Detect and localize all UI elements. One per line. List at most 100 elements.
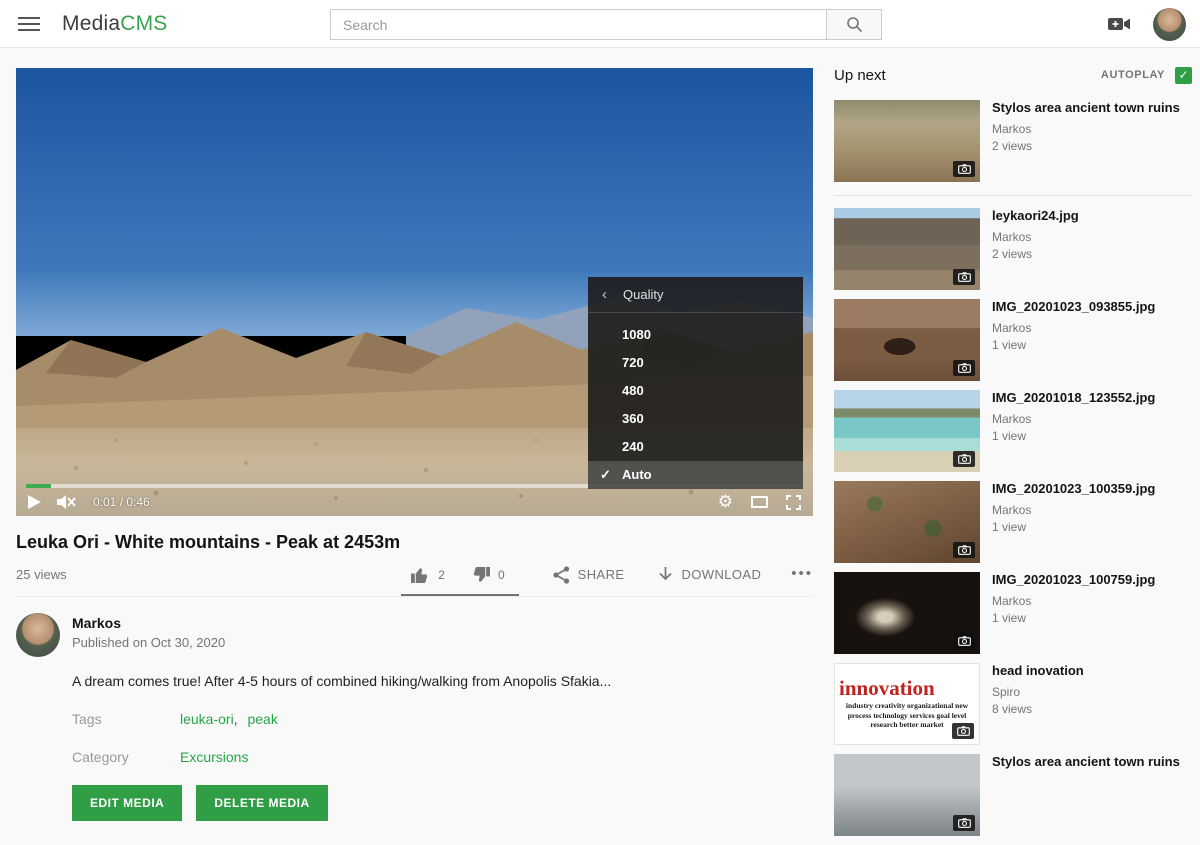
search-icon bbox=[846, 16, 863, 33]
up-next-item[interactable]: IMG_20201023_100759.jpg Markos 1 view bbox=[834, 572, 1192, 654]
camera-icon bbox=[958, 363, 971, 373]
media-views: 1 view bbox=[992, 520, 1155, 534]
action-bar: 2 0 SHARE bbox=[401, 565, 813, 596]
dislike-button[interactable]: 0 bbox=[471, 566, 505, 584]
media-info: Stylos area ancient town ruins bbox=[992, 754, 1180, 836]
media-author: Markos bbox=[992, 122, 1180, 136]
up-next-item[interactable]: leykaori24.jpg Markos 2 views bbox=[834, 208, 1192, 290]
like-button[interactable]: 2 bbox=[411, 566, 445, 584]
author-avatar[interactable] bbox=[16, 613, 60, 657]
media-title: leykaori24.jpg bbox=[992, 208, 1079, 225]
upload-video-icon bbox=[1107, 14, 1131, 34]
autoplay-control: AUTOPLAY ✓ bbox=[1101, 67, 1192, 84]
play-button[interactable] bbox=[28, 495, 41, 509]
check-icon: ✓ bbox=[600, 461, 611, 489]
wordcloud-main-word: innovation bbox=[839, 678, 975, 699]
media-author: Markos bbox=[992, 321, 1155, 335]
up-next-item[interactable]: innovationindustry creativity organizati… bbox=[834, 663, 1192, 745]
player-controls: 0:01 / 0:46 ⚙ bbox=[16, 488, 813, 516]
quality-menu: ‹ Quality 1080 720 480 360 240 ✓ Auto bbox=[588, 277, 803, 489]
media-info: IMG_20201023_100759.jpg Markos 1 view bbox=[992, 572, 1155, 654]
category-label: Category bbox=[72, 749, 180, 765]
settings-button[interactable]: ⚙ bbox=[718, 494, 733, 511]
media-title: IMG_20201023_093855.jpg bbox=[992, 299, 1155, 316]
media-views: 2 views bbox=[992, 247, 1079, 261]
camera-badge bbox=[953, 451, 975, 467]
fullscreen-icon bbox=[786, 495, 801, 510]
top-bar: MediaCMS bbox=[0, 0, 1200, 48]
meta-row: 25 views 2 0 bbox=[16, 565, 813, 597]
media-views: 1 view bbox=[992, 338, 1155, 352]
media-info: IMG_20201023_100359.jpg Markos 1 view bbox=[992, 481, 1155, 563]
media-info: IMG_20201018_123552.jpg Markos 1 view bbox=[992, 390, 1155, 472]
media-thumbnail[interactable] bbox=[834, 390, 980, 472]
thumbs-down-icon bbox=[471, 566, 490, 584]
quality-option-1080[interactable]: 1080 bbox=[588, 321, 803, 349]
quality-menu-back[interactable]: ‹ Quality bbox=[588, 277, 803, 313]
rating-group: 2 0 bbox=[401, 566, 518, 596]
quality-option-360[interactable]: 360 bbox=[588, 405, 803, 433]
up-next-title: Up next bbox=[834, 67, 886, 84]
quality-option-auto[interactable]: ✓ Auto bbox=[588, 461, 803, 489]
up-next-item[interactable]: IMG_20201023_100359.jpg Markos 1 view bbox=[834, 481, 1192, 563]
tag-link-leuka-ori[interactable]: leuka-ori bbox=[180, 711, 234, 727]
delete-media-button[interactable]: DELETE MEDIA bbox=[196, 785, 327, 821]
app-logo[interactable]: MediaCMS bbox=[62, 12, 167, 36]
media-thumbnail[interactable] bbox=[834, 481, 980, 563]
quality-option-720[interactable]: 720 bbox=[588, 349, 803, 377]
media-author: Markos bbox=[992, 503, 1155, 517]
fullscreen-button[interactable] bbox=[786, 495, 801, 510]
up-next-item[interactable]: IMG_20201023_093855.jpg Markos 1 view bbox=[834, 299, 1192, 381]
quality-menu-title: Quality bbox=[623, 287, 663, 302]
camera-badge bbox=[953, 633, 975, 649]
user-avatar[interactable] bbox=[1153, 8, 1186, 41]
theater-mode-button[interactable] bbox=[751, 496, 768, 508]
media-thumbnail[interactable] bbox=[834, 100, 980, 182]
up-next-item[interactable]: Stylos area ancient town ruins bbox=[834, 754, 1192, 836]
media-author: Markos bbox=[992, 412, 1155, 426]
menu-icon[interactable] bbox=[18, 13, 40, 35]
camera-icon bbox=[958, 636, 971, 646]
search-button[interactable] bbox=[826, 9, 882, 40]
chevron-left-icon: ‹ bbox=[602, 286, 607, 303]
mute-button[interactable] bbox=[57, 494, 77, 510]
logo-text-cms: CMS bbox=[120, 12, 167, 35]
autoplay-label: AUTOPLAY bbox=[1101, 69, 1165, 81]
edit-media-button[interactable]: EDIT MEDIA bbox=[72, 785, 182, 821]
up-next-divider bbox=[834, 195, 1192, 196]
autoplay-checkbox[interactable]: ✓ bbox=[1175, 67, 1192, 84]
muted-speaker-icon bbox=[57, 494, 77, 510]
camera-icon bbox=[958, 272, 971, 282]
camera-badge bbox=[953, 269, 975, 285]
author-name[interactable]: Markos bbox=[72, 615, 225, 631]
media-info: leykaori24.jpg Markos 2 views bbox=[992, 208, 1079, 290]
media-thumbnail[interactable] bbox=[834, 754, 980, 836]
media-thumbnail[interactable] bbox=[834, 572, 980, 654]
media-title: IMG_20201018_123552.jpg bbox=[992, 390, 1155, 407]
share-button[interactable]: SHARE bbox=[553, 566, 625, 596]
search-input[interactable] bbox=[330, 9, 826, 40]
quality-option-480[interactable]: 480 bbox=[588, 377, 803, 405]
camera-icon bbox=[958, 454, 971, 464]
download-button[interactable]: DOWNLOAD bbox=[658, 566, 761, 595]
upload-media-button[interactable] bbox=[1107, 14, 1131, 34]
up-next-sidebar: Up next AUTOPLAY ✓ Stylos area ancient t… bbox=[834, 62, 1192, 845]
media-info: head inovation Spiro 8 views bbox=[992, 663, 1084, 745]
video-description: A dream comes true! After 4-5 hours of c… bbox=[72, 673, 813, 689]
media-views: 8 views bbox=[992, 702, 1084, 716]
media-thumbnail[interactable] bbox=[834, 299, 980, 381]
media-thumbnail[interactable]: innovationindustry creativity organizati… bbox=[834, 663, 980, 745]
camera-icon bbox=[958, 545, 971, 555]
media-views: 1 view bbox=[992, 611, 1155, 625]
camera-icon bbox=[958, 818, 971, 828]
up-next-item[interactable]: IMG_20201018_123552.jpg Markos 1 view bbox=[834, 390, 1192, 472]
media-thumbnail[interactable] bbox=[834, 208, 980, 290]
quality-option-240[interactable]: 240 bbox=[588, 433, 803, 461]
more-options-button[interactable]: ••• bbox=[791, 565, 813, 596]
category-link-excursions[interactable]: Excursions bbox=[180, 749, 248, 765]
tag-link-peak[interactable]: peak bbox=[247, 711, 277, 727]
video-player[interactable]: ‹ Quality 1080 720 480 360 240 ✓ Auto bbox=[16, 68, 813, 516]
up-next-item[interactable]: Stylos area ancient town ruins Markos 2 … bbox=[834, 100, 1192, 182]
media-title: IMG_20201023_100759.jpg bbox=[992, 572, 1155, 589]
media-info: Stylos area ancient town ruins Markos 2 … bbox=[992, 100, 1180, 182]
